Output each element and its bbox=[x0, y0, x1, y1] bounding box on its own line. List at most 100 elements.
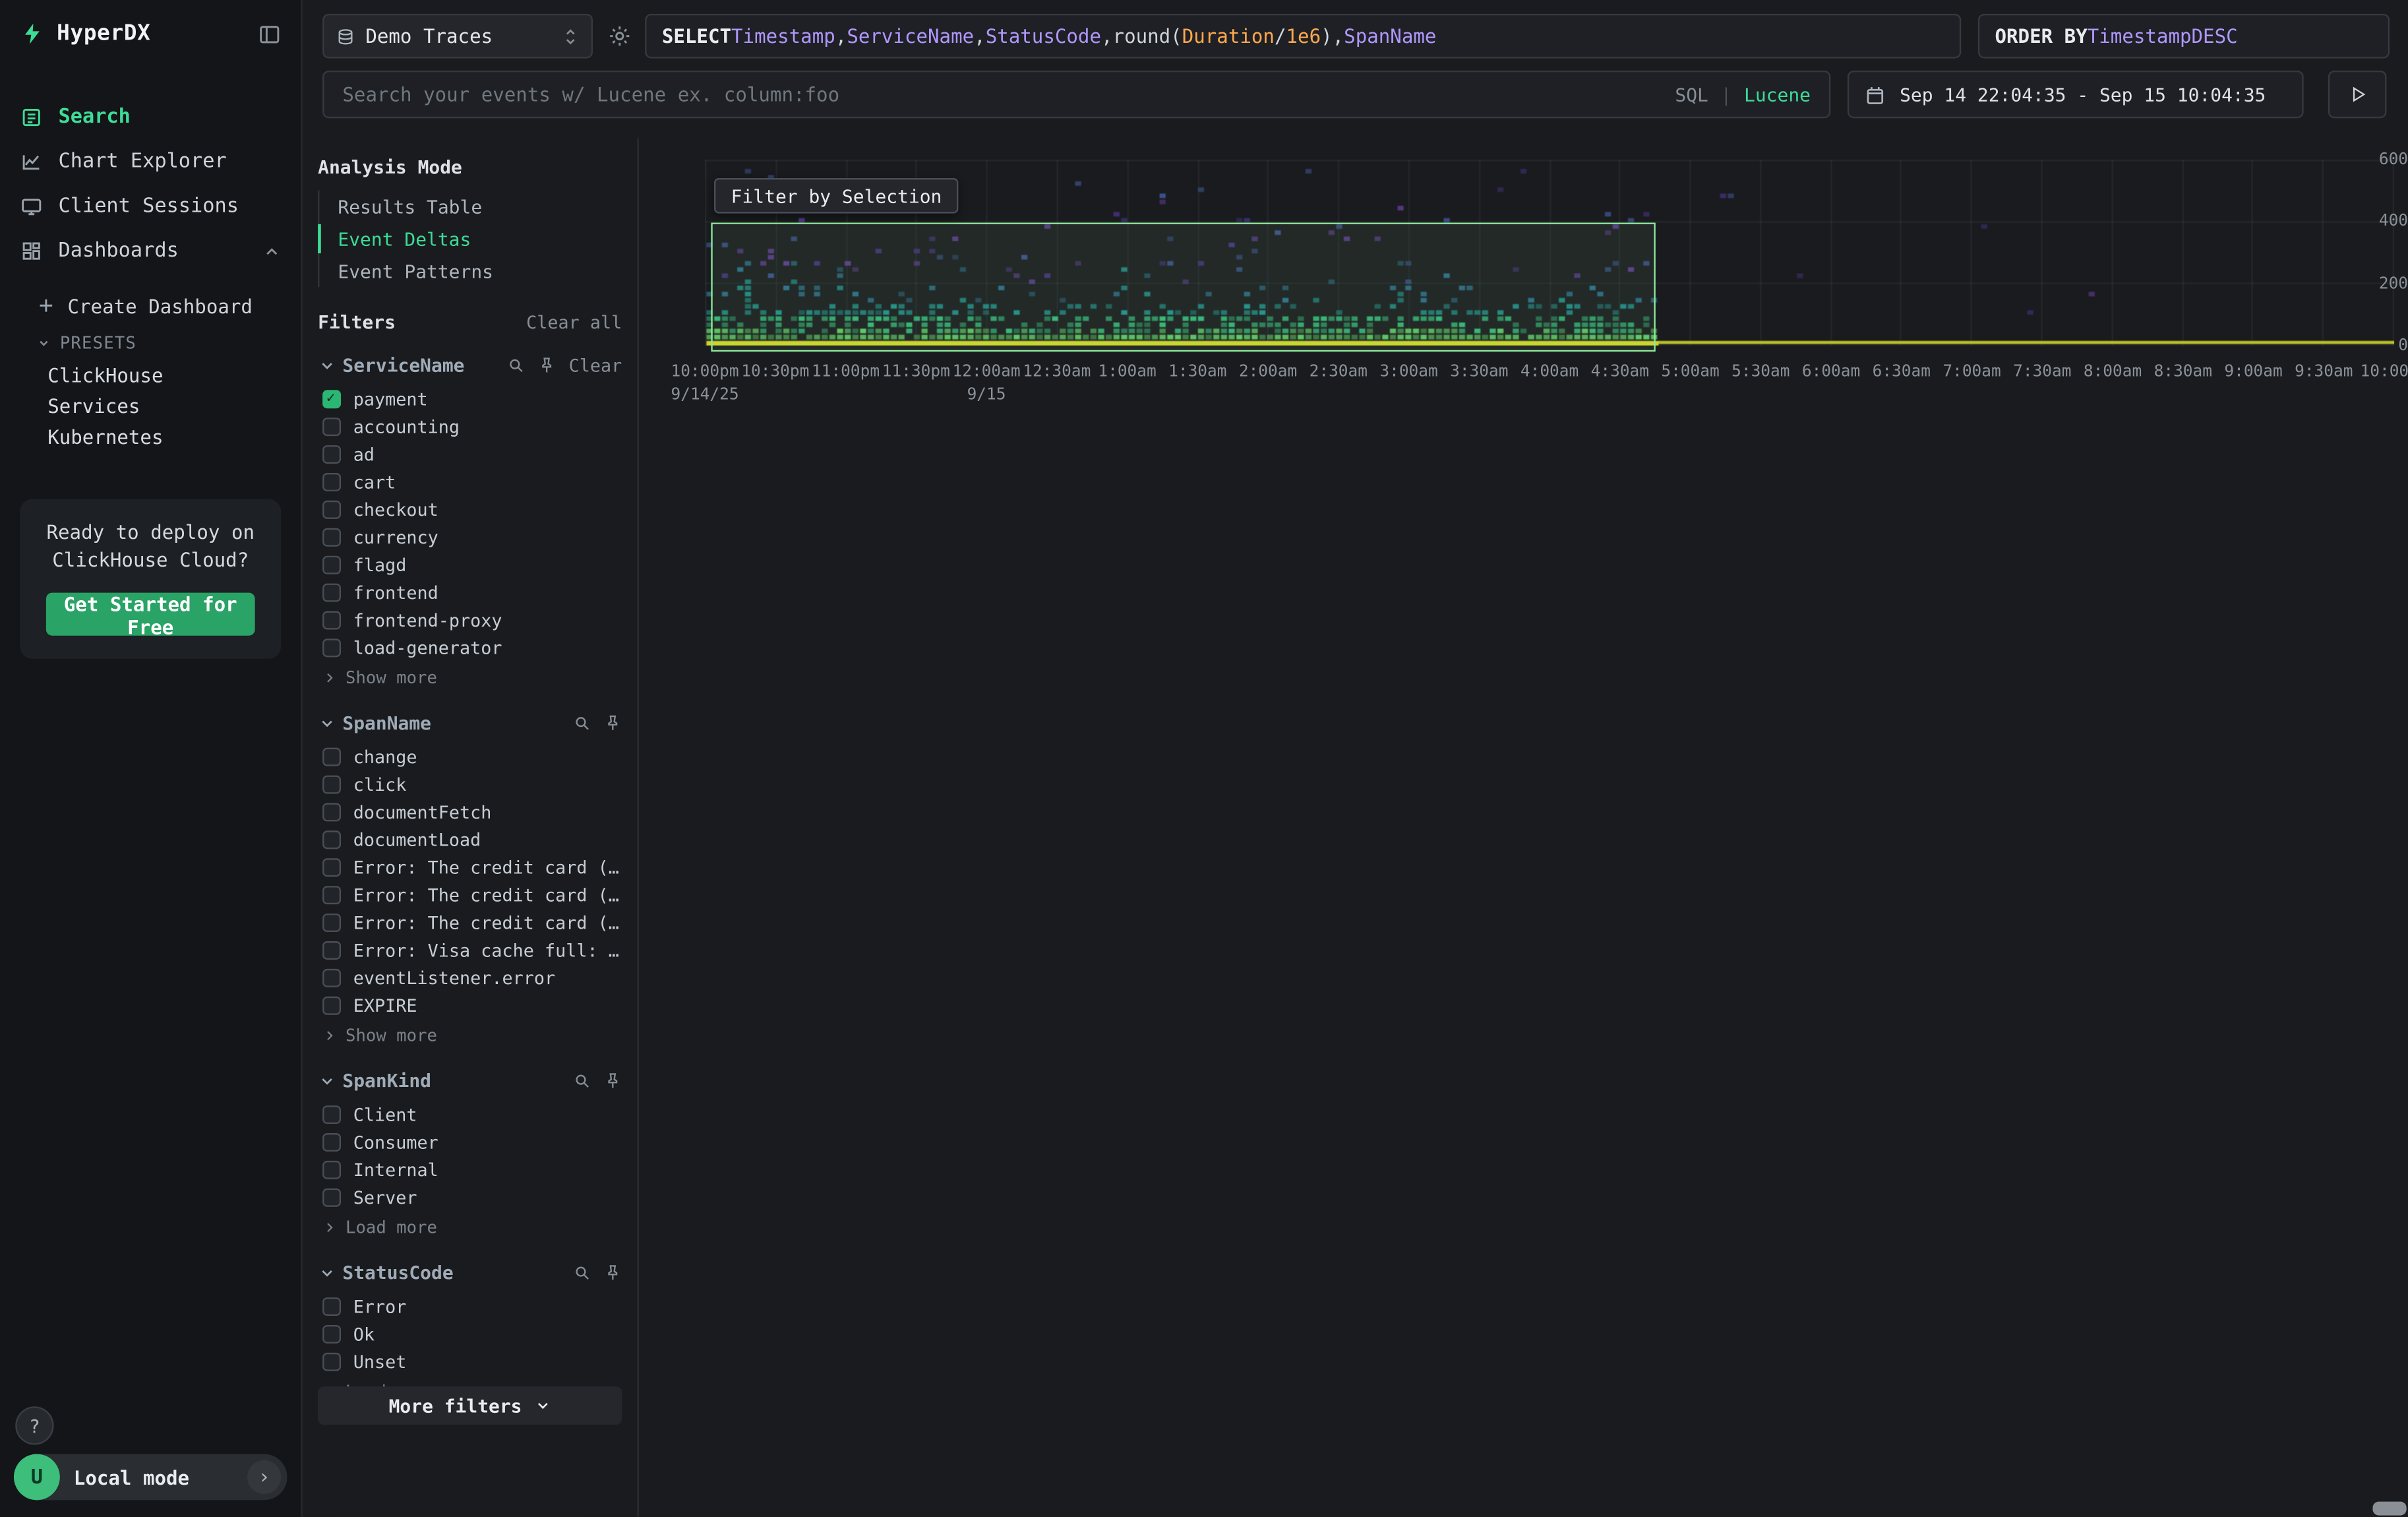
facet-option[interactable]: click bbox=[318, 771, 622, 799]
horizontal-scrollbar-thumb[interactable] bbox=[2372, 1502, 2406, 1516]
chevron-down-icon[interactable] bbox=[319, 1265, 334, 1280]
user-menu[interactable]: U Local mode › bbox=[14, 1454, 287, 1501]
gear-icon[interactable] bbox=[608, 24, 631, 47]
checkbox[interactable] bbox=[322, 997, 341, 1015]
sidebar-item-client-sessions[interactable]: Client Sessions bbox=[0, 184, 301, 229]
checkbox[interactable] bbox=[322, 941, 341, 960]
facet-show-more[interactable]: Show more bbox=[318, 664, 622, 691]
facet-option[interactable]: load-generator bbox=[318, 634, 622, 662]
facet-option[interactable]: Consumer bbox=[318, 1129, 622, 1156]
checkbox[interactable] bbox=[322, 776, 341, 794]
facet-option[interactable]: eventListener.error bbox=[318, 964, 622, 992]
chevron-down-icon[interactable] bbox=[319, 1073, 334, 1088]
facet-option[interactable]: Server bbox=[318, 1184, 622, 1212]
preset-label: Services bbox=[47, 394, 140, 417]
checkbox[interactable] bbox=[322, 528, 341, 547]
sidebar-item-chart-explorer[interactable]: Chart Explorer bbox=[0, 140, 301, 185]
facet-option[interactable]: Internal bbox=[318, 1156, 622, 1184]
facet-option[interactable]: frontend-proxy bbox=[318, 607, 622, 635]
search-input[interactable] bbox=[342, 83, 1662, 106]
source-select[interactable]: Demo Traces bbox=[322, 14, 593, 59]
facet-search-icon[interactable] bbox=[573, 1264, 591, 1282]
facet-option[interactable]: Unset bbox=[318, 1348, 622, 1376]
sql-mode-option[interactable]: SQL bbox=[1675, 84, 1708, 106]
facet-search-icon[interactable] bbox=[507, 356, 526, 375]
checkbox[interactable] bbox=[322, 556, 341, 574]
more-filters-button[interactable]: More filters bbox=[318, 1386, 622, 1425]
facet-option[interactable]: cart bbox=[318, 468, 622, 496]
analysis-mode-tab-results-table[interactable]: Results Table bbox=[319, 191, 622, 223]
checkbox[interactable] bbox=[322, 584, 341, 602]
checkbox[interactable] bbox=[322, 473, 341, 491]
checkbox[interactable] bbox=[322, 858, 341, 877]
run-query-button[interactable] bbox=[2328, 71, 2387, 118]
filter-by-selection-button[interactable]: Filter by Selection bbox=[714, 178, 959, 214]
checkbox[interactable] bbox=[322, 1133, 341, 1152]
select-query-input[interactable]: SELECT Timestamp, ServiceName, StatusCod… bbox=[645, 14, 1961, 59]
facet-clear-link[interactable]: Clear bbox=[569, 355, 622, 377]
facet-option[interactable]: Ok bbox=[318, 1320, 622, 1348]
facet-option[interactable]: change bbox=[318, 743, 622, 771]
facet-show-more[interactable]: Load more bbox=[318, 1213, 622, 1241]
checkbox[interactable] bbox=[322, 748, 341, 766]
get-started-button[interactable]: Get Started for Free bbox=[46, 593, 255, 636]
facet-option[interactable]: Error: Visa cache full: … bbox=[318, 937, 622, 964]
order-by-input[interactable]: ORDER BY Timestamp DESC bbox=[1978, 14, 2390, 59]
checkbox[interactable] bbox=[322, 638, 341, 657]
facet-option[interactable]: currency bbox=[318, 524, 622, 551]
checkbox[interactable] bbox=[322, 1105, 341, 1124]
facet-option[interactable]: checkout bbox=[318, 496, 622, 524]
sidebar-collapse-icon[interactable] bbox=[258, 22, 281, 46]
lucene-mode-option[interactable]: Lucene bbox=[1744, 84, 1811, 106]
analysis-mode-tab-event-deltas[interactable]: Event Deltas bbox=[319, 223, 622, 255]
checkbox[interactable] bbox=[322, 886, 341, 904]
checkbox[interactable] bbox=[322, 1161, 341, 1179]
facet-option[interactable]: ad bbox=[318, 441, 622, 468]
facet-show-more[interactable]: Show more bbox=[318, 1021, 622, 1049]
checkbox[interactable] bbox=[322, 913, 341, 932]
checkbox[interactable] bbox=[322, 1297, 341, 1316]
checkbox[interactable] bbox=[322, 418, 341, 436]
help-button[interactable]: ? bbox=[15, 1406, 53, 1444]
create-dashboard-button[interactable]: Create Dashboard bbox=[0, 286, 301, 326]
checkbox[interactable] bbox=[322, 501, 341, 519]
preset-kubernetes[interactable]: Kubernetes bbox=[0, 421, 301, 452]
facet-option[interactable]: frontend bbox=[318, 579, 622, 607]
chevron-down-icon[interactable] bbox=[319, 716, 334, 731]
checkbox[interactable] bbox=[322, 1325, 341, 1344]
facet-option[interactable]: documentFetch bbox=[318, 799, 622, 826]
facet-option[interactable]: Error: The credit card (… bbox=[318, 881, 622, 909]
facet-option[interactable]: payment bbox=[318, 385, 622, 413]
checkbox[interactable] bbox=[322, 611, 341, 630]
checkbox[interactable] bbox=[322, 969, 341, 987]
checkbox[interactable] bbox=[322, 445, 341, 464]
facet-option[interactable]: flagd bbox=[318, 551, 622, 579]
facet-option[interactable]: EXPIRE bbox=[318, 992, 622, 1020]
analysis-mode-tab-event-patterns[interactable]: Event Patterns bbox=[319, 255, 622, 287]
checkbox[interactable] bbox=[322, 1353, 341, 1371]
facet-pin-icon[interactable] bbox=[603, 714, 622, 732]
facet-search-icon[interactable] bbox=[573, 1072, 591, 1090]
preset-services[interactable]: Services bbox=[0, 390, 301, 421]
checkbox[interactable] bbox=[322, 803, 341, 821]
presets-toggle[interactable]: PRESETS bbox=[0, 326, 301, 359]
time-range-picker[interactable]: Sep 14 22:04:35 - Sep 15 10:04:35 bbox=[1848, 71, 2304, 118]
checkbox[interactable] bbox=[322, 1189, 341, 1207]
preset-clickhouse[interactable]: ClickHouse bbox=[0, 359, 301, 390]
sidebar-item-search[interactable]: Search bbox=[0, 95, 301, 140]
facet-pin-icon[interactable] bbox=[603, 1072, 622, 1090]
clear-all-filters-link[interactable]: Clear all bbox=[526, 312, 622, 334]
sidebar-item-dashboards[interactable]: Dashboards bbox=[0, 229, 301, 274]
facet-option[interactable]: Error: The credit card (… bbox=[318, 853, 622, 881]
facet-pin-icon[interactable] bbox=[603, 1264, 622, 1282]
facet-search-icon[interactable] bbox=[573, 714, 591, 732]
facet-option[interactable]: Error bbox=[318, 1293, 622, 1320]
facet-option[interactable]: accounting bbox=[318, 413, 622, 441]
checkbox[interactable] bbox=[322, 830, 341, 849]
facet-pin-icon[interactable] bbox=[538, 356, 557, 375]
chevron-down-icon[interactable] bbox=[319, 357, 334, 373]
facet-option[interactable]: Error: The credit card (… bbox=[318, 909, 622, 937]
facet-option[interactable]: Client bbox=[318, 1101, 622, 1129]
facet-option[interactable]: documentLoad bbox=[318, 826, 622, 853]
checkbox[interactable] bbox=[322, 390, 341, 408]
